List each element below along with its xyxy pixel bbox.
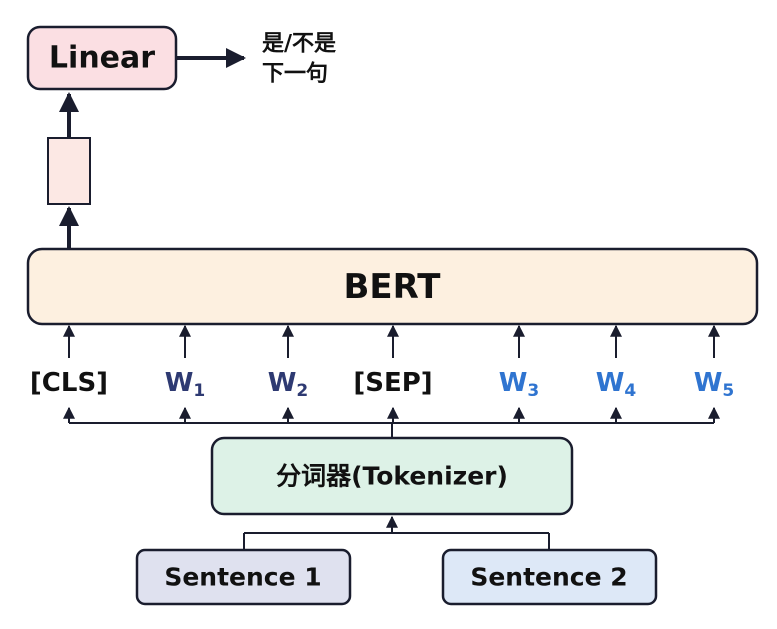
token-label: [SEP]	[353, 368, 432, 398]
token-label: W2	[268, 368, 309, 401]
token-base: W	[596, 368, 625, 398]
token-base: W	[499, 368, 528, 398]
tokenizer-layer: 分词器(Tokenizer)	[210, 436, 574, 516]
bert-layer: BERT	[26, 247, 759, 326]
token-label: W5	[694, 368, 735, 401]
bert-nsp-diagram: Linear 是/不是 下一句 BERT [CLS] W1 W2 [SEP] W3 W4 W…	[26, 25, 759, 606]
token-base: [CLS]	[30, 368, 108, 398]
sentence1-label: Sentence 1	[164, 563, 321, 592]
token-label: W1	[165, 368, 206, 401]
sentence2-label: Sentence 2	[470, 563, 627, 592]
token-row: [CLS] W1 W2 [SEP] W3 W4 W5	[30, 324, 735, 423]
linear-label: Linear	[49, 41, 155, 76]
token-base: W	[165, 368, 194, 398]
token-subscript: 3	[527, 381, 539, 401]
token-subscript: 1	[193, 381, 205, 401]
output-label-line1: 是/不是	[262, 32, 336, 57]
token-subscript: 4	[624, 381, 636, 401]
output-label-line2: 下一句	[262, 61, 328, 87]
token-base: W	[268, 368, 297, 398]
token-label: [CLS]	[30, 368, 108, 398]
token-base: W	[694, 368, 723, 398]
token-label: W4	[596, 368, 637, 401]
sentence1: Sentence 1	[135, 548, 352, 606]
token-label: W3	[499, 368, 540, 401]
token-subscript: 5	[722, 381, 734, 401]
linear-layer: Linear	[26, 25, 178, 91]
token-base: [SEP]	[353, 368, 432, 398]
token-subscript: 2	[296, 381, 308, 401]
bert-label: BERT	[344, 267, 442, 307]
tokenizer-label: 分词器(Tokenizer)	[276, 462, 508, 491]
cls-output-vector	[47, 137, 91, 205]
sentence2: Sentence 2	[441, 548, 658, 606]
